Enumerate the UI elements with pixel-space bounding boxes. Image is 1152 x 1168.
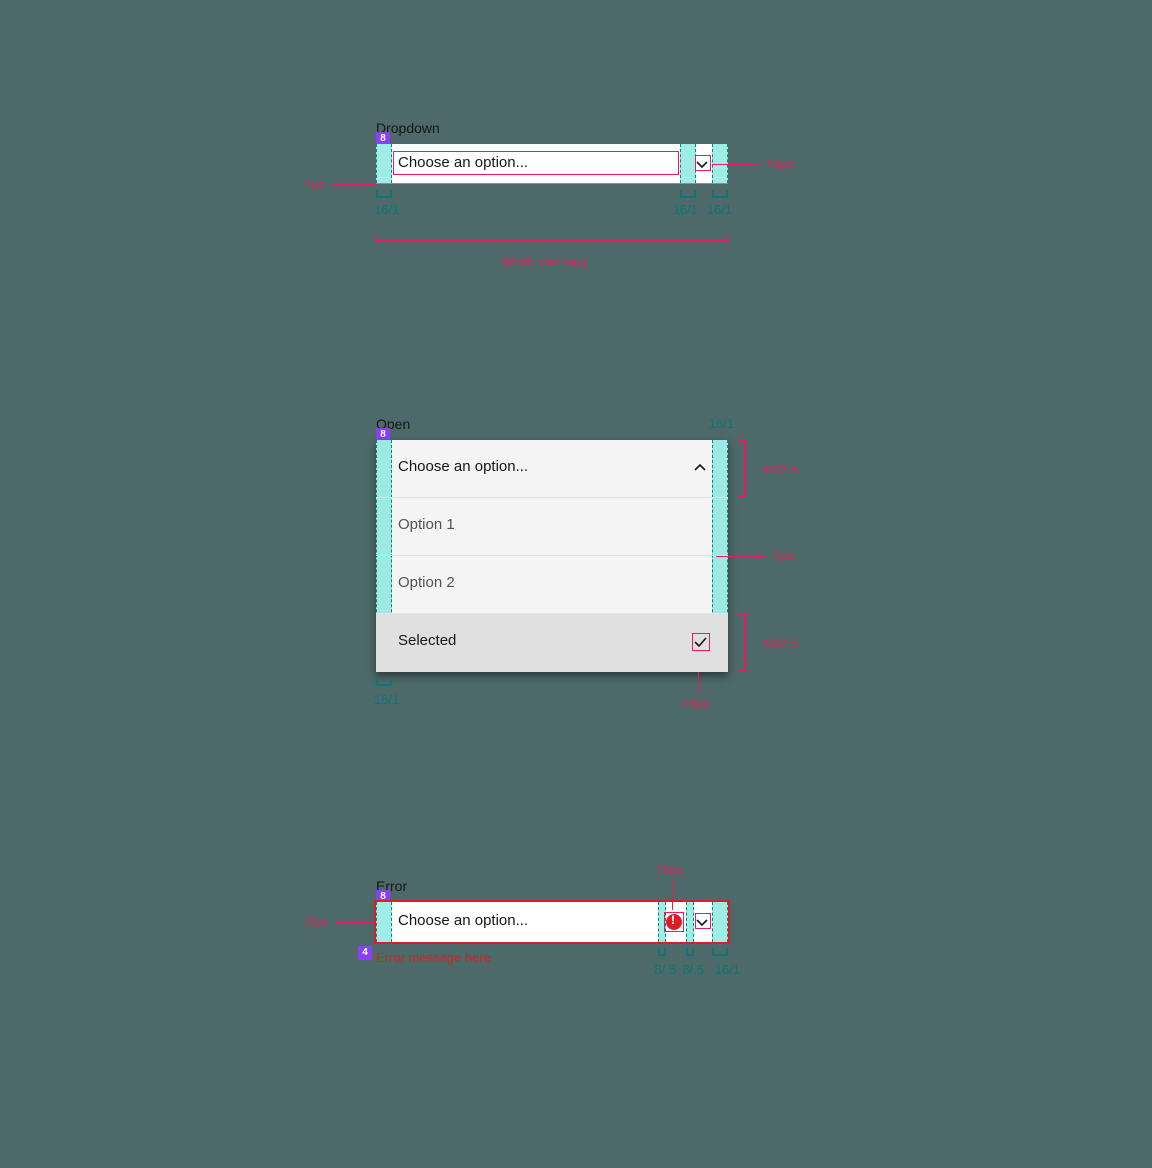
dim-label: 16/1 [673,202,698,217]
dim-label: 8/.5 [654,962,676,977]
dim-label: 16/1 [707,202,732,217]
icon-size-label: 16px [766,156,794,171]
dim-bracket [680,190,696,198]
border-width-label: 1px [304,176,325,191]
dim-bracket [376,678,392,686]
icon-size-label: 16px [682,696,710,711]
row-height-bracket [738,440,746,498]
option-label: Selected [398,632,456,649]
padding-guide [686,902,694,942]
dim-label: 16/1 [374,202,399,217]
error-message: Error message here [376,950,491,965]
warning-icon [666,914,682,930]
dropdown-placeholder: Choose an option... [398,154,528,171]
chevron-down-icon [694,156,710,172]
padding-guide-left [376,902,392,942]
dim-bracket [686,948,694,956]
border-callout-line [332,184,376,185]
dropdown-menu: Choose an option... Option 1 Option 2 Se… [376,440,728,672]
dropdown-placeholder: Choose an option... [398,458,528,475]
dropdown-closed-spec: Dropdown 8 Choose an option... 1px 16px … [376,144,728,184]
dim-label: 8/.5 [682,962,704,977]
dim-bracket [376,190,392,198]
padding-guide-left [376,144,392,183]
dim-bracket [658,948,666,956]
dropdown-field[interactable]: Choose an option... [376,144,728,184]
option-label: Option 2 [398,574,455,591]
chevron-up-icon [692,460,708,476]
spacing-badge: 4 [358,946,372,960]
width-note: Width can vary [502,254,588,269]
dropdown-placeholder: Choose an option... [398,912,528,929]
chevron-down-icon [694,914,710,930]
option-label: Option 1 [398,516,455,533]
dropdown-error-spec: Error 8 Choose an option... 4 Error mess… [376,902,728,942]
row-height-label: 40/2.5 [762,462,798,477]
padding-guide-right [712,902,728,942]
dropdown-field-error[interactable]: Choose an option... [376,902,728,942]
border-width-label: 2px [306,914,327,929]
dropdown-open-spec: Open 8 16/1 Choose an option... Option 1… [376,440,728,672]
dropdown-option[interactable]: Option 1 [376,498,728,556]
checkmark-icon [692,634,708,650]
dropdown-option-selected[interactable]: Selected [376,614,728,672]
top-pad-label: 16/1 [709,416,734,431]
row-height-label: 40/2.5 [762,636,798,651]
dim-bracket [712,190,728,198]
dim-label: 16/1 [374,692,399,707]
icon-callout-line [712,164,758,165]
dim-bracket [712,948,728,956]
divider-label: 1px [773,548,794,563]
dropdown-header-row[interactable]: Choose an option... [376,440,728,498]
row-height-bracket [738,614,746,672]
width-span-line [376,240,728,241]
dropdown-option[interactable]: Option 2 [376,556,728,614]
dim-label: 16/1 [715,962,740,977]
icon-size-label: 16px [656,862,684,877]
